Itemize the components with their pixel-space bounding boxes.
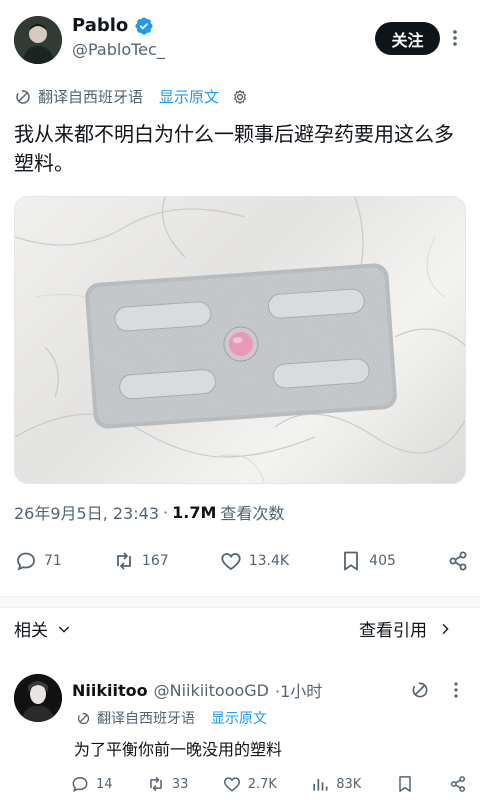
- reply-icon: [72, 776, 88, 792]
- retweet-icon: [117, 552, 131, 570]
- blister-pack: [85, 263, 397, 429]
- related-dropdown[interactable]: 相关: [14, 616, 72, 641]
- reply-translation-row: 翻译自西班牙语 显示原文: [76, 708, 267, 728]
- bookmark-count: 405: [369, 553, 396, 569]
- author-name-row[interactable]: Pablo: [72, 15, 154, 36]
- reply-show-original-link[interactable]: 显示原文: [211, 708, 267, 728]
- reply-retweet-button[interactable]: 33: [146, 774, 189, 794]
- share-button[interactable]: [446, 549, 470, 573]
- tweet-text: 我从来都不明白为什么一颗事后避孕药要用这么多塑料。: [14, 122, 454, 175]
- reply-author-handle[interactable]: @NiikiitoooGD: [154, 681, 269, 700]
- author-name[interactable]: Pablo: [72, 15, 128, 36]
- section-divider: [0, 596, 480, 608]
- more-icon[interactable]: [446, 26, 464, 50]
- tweet-image[interactable]: [14, 196, 466, 484]
- reply-reply-count: 14: [96, 776, 113, 792]
- views-label: 查看次数: [220, 504, 285, 523]
- chevron-right-icon: [442, 623, 449, 634]
- reply-more-icon[interactable]: [448, 680, 464, 700]
- retweet-button[interactable]: 167: [112, 549, 169, 573]
- gear-icon[interactable]: [231, 88, 249, 106]
- bookmark-icon: [398, 776, 411, 792]
- reply-retweet-count: 33: [171, 776, 189, 792]
- reply-author-name[interactable]: Niikiitoo: [72, 681, 148, 700]
- like-icon: [223, 777, 240, 792]
- meta-dot: ·: [163, 502, 169, 522]
- reply-translated-label: 翻译自西班牙语: [97, 711, 195, 727]
- translation-row: 翻译自西班牙语 显示原文: [14, 86, 249, 107]
- chevron-down-icon: [58, 626, 70, 633]
- reply-text: 为了平衡你前一晚没用的塑料: [74, 740, 283, 759]
- like-count: 13.4K: [248, 553, 290, 569]
- views-icon: [313, 779, 328, 791]
- author-avatar[interactable]: [14, 16, 62, 64]
- view-quotes-label: 查看引用: [359, 621, 427, 641]
- reply-header: Niikiitoo @NiikiitoooGD ·1小时: [72, 678, 322, 702]
- view-count: 1.7M: [172, 502, 217, 522]
- bookmark-icon: [344, 551, 359, 571]
- reply-actions: 14 33 2.7K 83K: [70, 774, 468, 794]
- translate-icon: [16, 89, 30, 104]
- share-icon: [450, 776, 466, 792]
- tweet-actions: 71 167 13.4K 405: [14, 546, 470, 576]
- reply-reply-button[interactable]: 14: [70, 774, 113, 794]
- reply-view-count: 83K: [336, 776, 362, 792]
- verified-icon: [135, 16, 153, 35]
- reply-views-button[interactable]: 83K: [310, 774, 361, 794]
- bookmark-button[interactable]: 405: [339, 549, 396, 573]
- reply-bookmark-button[interactable]: [395, 774, 415, 794]
- reply-like-button[interactable]: 2.7K: [222, 774, 277, 794]
- reply-avatar[interactable]: [14, 674, 62, 722]
- share-icon: [449, 551, 467, 571]
- view-quotes-link[interactable]: 查看引用: [359, 616, 453, 641]
- like-icon: [221, 553, 241, 571]
- retweet-count: 167: [141, 553, 169, 569]
- reply-time[interactable]: ·1小时: [275, 678, 322, 702]
- follow-button[interactable]: 关注: [375, 22, 440, 55]
- related-label: 相关: [14, 621, 48, 641]
- reply-icon: [17, 552, 35, 571]
- tweet-date[interactable]: 26年9月5日, 23:43: [14, 500, 159, 524]
- translate-icon: [77, 712, 90, 724]
- grok-icon[interactable]: [410, 680, 430, 700]
- like-button[interactable]: 13.4K: [219, 549, 289, 573]
- retweet-icon: [150, 776, 162, 792]
- tweet-meta: 26年9月5日, 23:43 · 1.7M 查看次数: [14, 500, 284, 524]
- translated-from-label: 翻译自西班牙语: [38, 88, 144, 106]
- show-original-link[interactable]: 显示原文: [159, 86, 219, 107]
- reply-share-button[interactable]: [448, 774, 468, 794]
- reply-count: 71: [44, 553, 62, 569]
- reply-button[interactable]: 71: [14, 549, 62, 573]
- reply-like-count: 2.7K: [247, 776, 277, 792]
- author-handle[interactable]: @PabloTec_: [72, 40, 165, 59]
